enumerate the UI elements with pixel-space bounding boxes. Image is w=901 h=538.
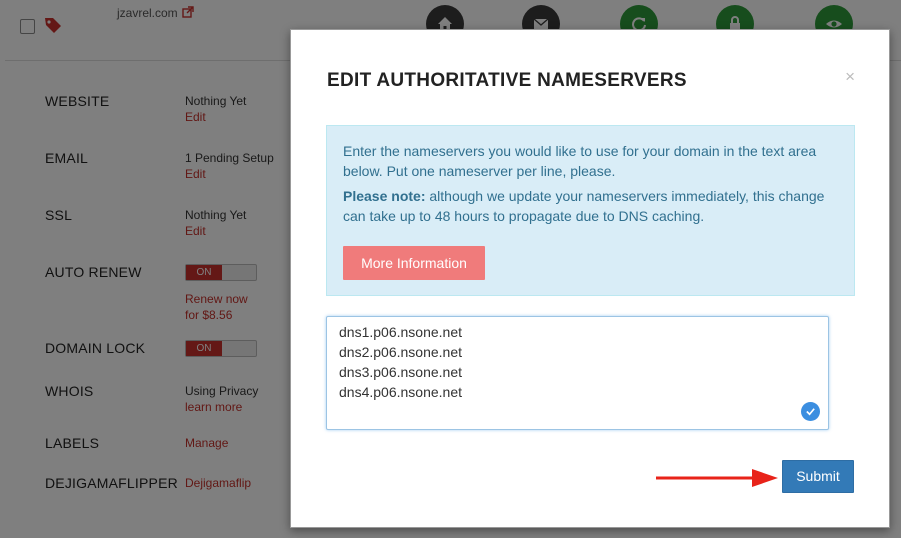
submit-button[interactable]: Submit [782,460,854,493]
close-icon[interactable]: × [845,67,855,87]
note-text: Please note: although we update your nam… [343,186,838,226]
nameservers-textarea[interactable]: dns1.p06.nsone.net dns2.p06.nsone.net dn… [326,316,829,430]
edit-nameservers-modal: EDIT AUTHORITATIVE NAMESERVERS × Enter t… [290,29,890,528]
note-label: Please note: [343,188,426,204]
info-alert: Enter the nameservers you would like to … [326,125,855,296]
nameserver-line: dns3.p06.nsone.net [339,364,462,380]
nameserver-line: dns2.p06.nsone.net [339,344,462,360]
info-text: Enter the nameservers you would like to … [343,143,817,179]
more-information-button[interactable]: More Information [343,246,485,280]
nameserver-line: dns1.p06.nsone.net [339,324,462,340]
nameserver-line: dns4.p06.nsone.net [339,384,462,400]
modal-title: EDIT AUTHORITATIVE NAMESERVERS [327,70,687,91]
arrow-annotation-icon [656,469,778,487]
check-icon [801,402,820,421]
